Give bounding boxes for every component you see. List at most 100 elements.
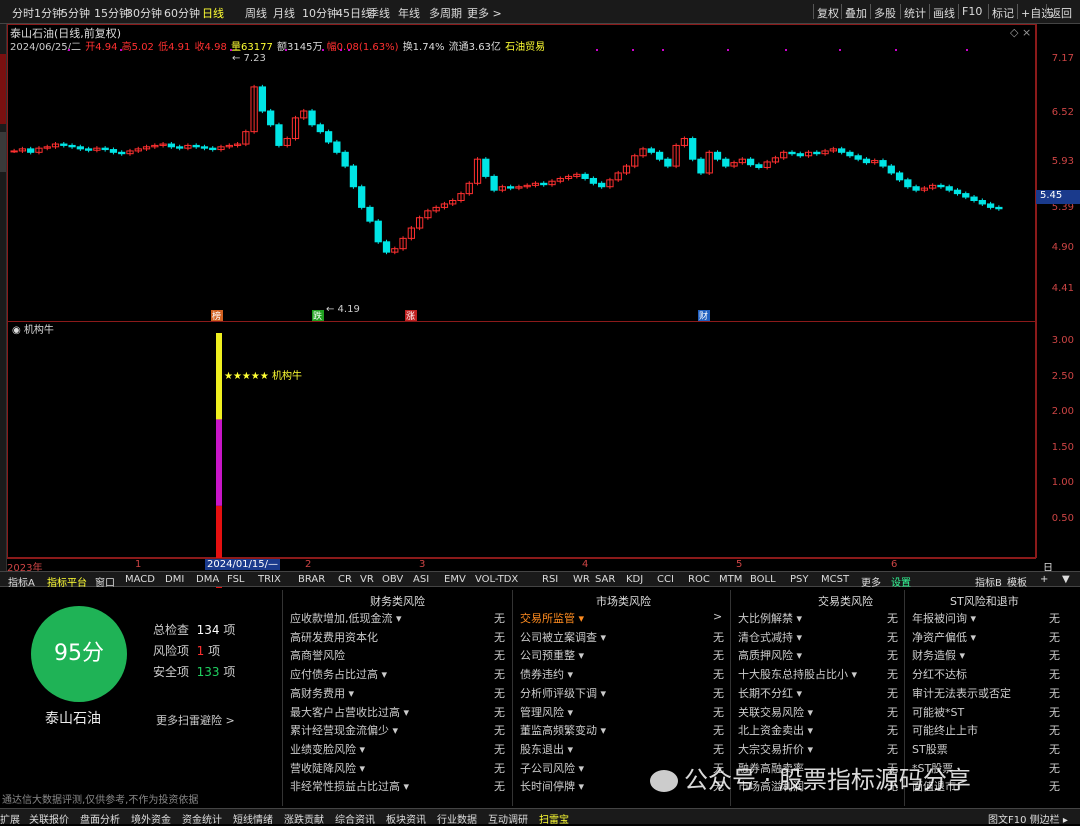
- risk-item[interactable]: 财务造假 ▾: [912, 647, 965, 663]
- indicator-tab[interactable]: EMV: [444, 574, 466, 585]
- risk-item[interactable]: 清仓式减持 ▾: [738, 629, 802, 645]
- risk-item[interactable]: 十大股东总持股占比小 ▾: [738, 666, 857, 682]
- candle-body: [366, 206, 374, 222]
- scan-risk-row: 风险项 1 项: [153, 641, 235, 662]
- indicator-tab[interactable]: BRAR: [298, 574, 325, 585]
- candle-body: [374, 220, 382, 243]
- candle-body: [912, 186, 920, 191]
- candle-body: [176, 146, 184, 149]
- candle-body: [788, 151, 796, 155]
- risk-item[interactable]: 子公司风险 ▾: [520, 760, 584, 776]
- risk-item[interactable]: 关联交易风险 ▾: [738, 704, 813, 720]
- risk-value: 无: [494, 612, 505, 625]
- risk-item[interactable]: 净资产偏低 ▾: [912, 629, 976, 645]
- candle-body: [275, 124, 283, 146]
- risk-item[interactable]: 营收陡降风险 ▾: [290, 760, 365, 776]
- risk-item[interactable]: 债券违约 ▾: [520, 666, 573, 682]
- signal-dot: [632, 49, 634, 51]
- candle-body: [713, 151, 722, 160]
- risk-item[interactable]: 高质押风险 ▾: [738, 647, 802, 663]
- candle-body: [324, 131, 333, 143]
- risk-column-title: 财务类风险: [370, 595, 425, 608]
- indicator-tab[interactable]: DMI: [165, 574, 184, 585]
- risk-item[interactable]: 大比例解禁 ▾: [738, 610, 802, 626]
- indicator-right-tab[interactable]: 模板: [1007, 574, 1027, 589]
- risk-item[interactable]: 最大客户占营收比过高 ▾: [290, 704, 409, 720]
- unit: 项: [223, 665, 236, 679]
- indicator-tab[interactable]: OBV: [382, 574, 403, 585]
- risk-item[interactable]: 北上资金卖出 ▾: [738, 722, 813, 738]
- risk-item[interactable]: 高财务费用 ▾: [290, 685, 354, 701]
- risk-item[interactable]: 非经常性损益占比过高 ▾: [290, 778, 409, 794]
- risk-item[interactable]: 高商誉风险: [290, 647, 345, 663]
- indicator-tab[interactable]: 指标平台: [47, 574, 87, 589]
- candle-body: [655, 151, 664, 160]
- indicator-tab[interactable]: 更多: [861, 574, 881, 589]
- indicator-tab[interactable]: VR: [360, 574, 374, 585]
- signal-dot: [895, 49, 897, 51]
- risk-item[interactable]: 董监高频繁变动 ▾: [520, 722, 606, 738]
- risk-item[interactable]: 可能被*ST: [912, 704, 964, 720]
- time-label: 1: [135, 559, 142, 570]
- risk-value: 无: [494, 761, 505, 775]
- risk-item[interactable]: 应付债务占比过高 ▾: [290, 666, 387, 682]
- risk-item[interactable]: 高研发费用资本化: [290, 629, 378, 645]
- indicator-tab[interactable]: KDJ: [626, 574, 643, 585]
- indicator-tab[interactable]: MACD: [125, 574, 155, 585]
- candle-body: [109, 149, 118, 153]
- risk-item[interactable]: 分析师评级下调 ▾: [520, 685, 606, 701]
- indicator-tab[interactable]: 窗口: [95, 574, 115, 589]
- indicator-tab[interactable]: DMA: [196, 574, 219, 585]
- risk-item[interactable]: 大宗交易折价 ▾: [738, 741, 813, 757]
- indicator-tab[interactable]: ROC: [688, 574, 710, 585]
- indicator-bar: [216, 333, 222, 420]
- candle-body: [887, 165, 895, 174]
- indicator-tab[interactable]: TRIX: [258, 574, 281, 585]
- indicator-tab[interactable]: MTM: [719, 574, 742, 585]
- more-scan-link[interactable]: 更多扫雷避险 >: [156, 712, 235, 728]
- indicator-tab[interactable]: VOL-TDX: [475, 574, 518, 585]
- risk-item[interactable]: 累计经营现金流偏少 ▾: [290, 722, 398, 738]
- time-label: 2: [305, 559, 312, 570]
- risk-value: 无: [1049, 649, 1060, 663]
- indicator-tab[interactable]: 指标A: [8, 574, 35, 589]
- risk-item[interactable]: 公司预重整 ▾: [520, 647, 584, 663]
- indicator-tab[interactable]: PSY: [790, 574, 809, 585]
- risk-item[interactable]: 管理风险 ▾: [520, 704, 573, 720]
- candle-body: [76, 146, 84, 150]
- risk-item[interactable]: 交易所监管 ▾: [520, 610, 584, 626]
- risk-item[interactable]: 长时间停牌 ▾: [520, 778, 584, 794]
- candle-body: [349, 165, 358, 188]
- signal-dot: [596, 49, 598, 51]
- indicator-right-tab[interactable]: 指标B: [975, 574, 1002, 589]
- indicator-tab[interactable]: SAR: [595, 574, 615, 585]
- risk-item[interactable]: 公司被立案调查 ▾: [520, 629, 606, 645]
- risk-item[interactable]: ST股票: [912, 741, 948, 757]
- indicator-right-tab[interactable]: +: [1040, 574, 1048, 585]
- risk-item[interactable]: 可能终止上市: [912, 722, 978, 738]
- indicator-tab[interactable]: FSL: [227, 574, 245, 585]
- risk-item[interactable]: 股东退出 ▾: [520, 741, 573, 757]
- risk-value: 无: [494, 668, 505, 682]
- candle-body: [978, 200, 986, 205]
- risk-item[interactable]: 年报被问询 ▾: [912, 610, 976, 626]
- risk-item[interactable]: 分红不达标: [912, 666, 967, 682]
- indicator-name[interactable]: ◉ 机构牛: [12, 323, 54, 336]
- indicator-tab[interactable]: RSI: [542, 574, 558, 585]
- candle-body: [490, 175, 498, 191]
- candle-body: [267, 110, 275, 126]
- risk-item[interactable]: 长期不分红 ▾: [738, 685, 802, 701]
- indicator-tab[interactable]: CCI: [657, 574, 674, 585]
- indicator-tab[interactable]: CR: [338, 574, 352, 585]
- risk-item[interactable]: 业绩变脸风险 ▾: [290, 741, 365, 757]
- indicator-annotation: ★★★★★ 机构牛: [224, 369, 302, 382]
- indicator-tab[interactable]: BOLL: [750, 574, 776, 585]
- candle-body: [755, 164, 763, 168]
- indicator-tab[interactable]: MCST: [821, 574, 849, 585]
- indicator-tab[interactable]: ASI: [413, 574, 429, 585]
- indicator-right-tab[interactable]: ▼: [1062, 574, 1070, 585]
- indicator-tab[interactable]: WR: [573, 574, 590, 585]
- indicator-tab[interactable]: 设置: [891, 574, 911, 589]
- risk-item[interactable]: 审计无法表示或否定: [912, 685, 1011, 701]
- risk-item[interactable]: 应收款增加,低现金流 ▾: [290, 610, 402, 626]
